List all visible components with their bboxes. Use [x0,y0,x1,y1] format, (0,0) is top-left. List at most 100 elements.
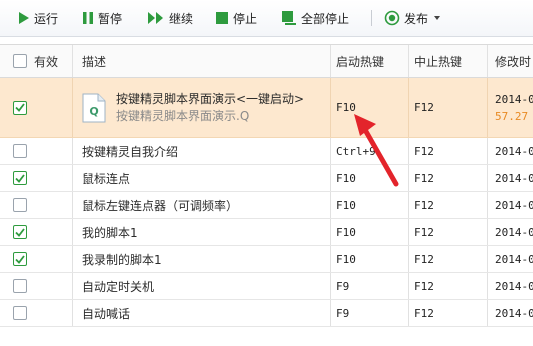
stop-hotkey-cell: F12 [414,171,434,185]
column-divider [487,192,488,218]
row-checkbox-cell[interactable] [13,192,43,218]
header-description[interactable]: 描述 [82,45,322,77]
publish-label: 发布 [404,11,429,26]
toolbar: 运行 暂停 继续 停止 全部停止 发布 [0,0,533,37]
column-divider [408,165,409,191]
start-hotkey-cell: F9 [336,279,350,293]
column-divider [72,273,73,299]
modified-cell: 2014-0 57.27 [495,78,533,137]
table-row[interactable]: 自动定时关机 F9 F12 2014-0 [0,273,533,300]
start-hotkey-cell: Ctrl+9 [336,144,376,158]
description-cell: 鼠标左键连点器（可调频率） [82,198,239,213]
table-row[interactable]: 自动喊话 F9 F12 2014-0 [0,300,533,327]
description-cell: 鼠标连点 [82,171,131,186]
checkbox-check-icon [15,254,25,264]
column-divider [408,246,409,272]
column-divider [72,165,73,191]
column-divider [487,45,488,77]
row-checkbox[interactable] [13,100,27,115]
column-divider [330,138,331,164]
column-divider [487,78,488,137]
column-divider [330,45,331,77]
column-divider [72,246,73,272]
description-cell: Q 按键精灵脚本界面演示<一键启动> 按键精灵脚本界面演示.Q [82,78,327,137]
select-all-checkbox[interactable] [13,54,27,68]
column-divider [487,246,488,272]
pause-button[interactable]: 暂停 [82,0,122,36]
continue-icon [147,11,165,25]
start-hotkey-cell: F9 [336,306,350,320]
row-checkbox-cell[interactable] [13,273,43,299]
column-divider [72,45,73,77]
row-checkbox[interactable] [13,198,27,212]
column-divider [72,192,73,218]
continue-label: 继续 [169,11,194,26]
header-stop-hotkey[interactable]: 中止热键 [414,45,484,77]
row-checkbox[interactable] [13,306,27,320]
column-divider [330,300,331,326]
header-start-hotkey[interactable]: 启动热键 [336,45,406,77]
row-checkbox[interactable] [13,225,27,239]
column-divider [330,192,331,218]
table-row[interactable]: 鼠标连点 F10 F12 2014-0 [0,165,533,192]
row-checkbox[interactable] [13,144,27,158]
modified-cell: 2014-0 [495,171,533,185]
description-cell: 我的脚本1 [82,225,138,240]
column-divider [408,45,409,77]
stop-icon [215,11,229,25]
table-row[interactable]: Q 按键精灵脚本界面演示<一键启动> 按键精灵脚本界面演示.Q F10 F12 … [0,78,533,138]
checkbox-check-icon [15,227,25,237]
row-checkbox-cell[interactable] [13,138,43,164]
table-row[interactable]: 我录制的脚本1 F10 F12 2014-0 [0,246,533,273]
start-hotkey-cell: F10 [336,171,356,185]
column-divider [408,273,409,299]
stop-all-icon [281,10,297,26]
row-checkbox[interactable] [13,171,27,185]
continue-button[interactable]: 继续 [147,0,193,36]
table-row[interactable]: 鼠标左键连点器（可调频率） F10 F12 2014-0 [0,192,533,219]
column-divider [330,246,331,272]
modified-date: 2014-0 [495,92,533,106]
description-cell: 我录制的脚本1 [82,252,162,267]
column-divider [72,219,73,245]
row-checkbox[interactable] [13,252,27,266]
column-divider [72,138,73,164]
pause-icon [82,11,94,25]
column-divider [330,78,331,137]
column-divider [408,192,409,218]
start-hotkey-cell: F10 [336,252,356,266]
table-row[interactable]: 我的脚本1 F10 F12 2014-0 [0,219,533,246]
run-button[interactable]: 运行 [18,0,58,36]
pause-label: 暂停 [98,11,123,26]
row-checkbox-cell[interactable] [13,165,43,191]
publish-button[interactable]: 发布 [384,0,441,36]
row-checkbox-cell[interactable] [13,300,43,326]
header-enabled[interactable]: 有效 [13,45,73,77]
column-divider [487,138,488,164]
row-checkbox-cell[interactable] [13,78,43,137]
table-row[interactable]: 按键精灵自我介绍 Ctrl+9 F12 2014-0 [0,138,533,165]
modified-cell: 2014-0 [495,198,533,212]
start-hotkey-cell: F10 [336,101,356,114]
chevron-down-icon[interactable] [434,16,441,20]
script-list-window: 运行 暂停 继续 停止 全部停止 发布 有效 描述 启动热键 中止热键 修改时 … [0,0,533,346]
description-cell: 按键精灵自我介绍 [82,144,179,159]
header-enabled-label: 有效 [34,54,59,69]
stop-all-label: 全部停止 [301,11,350,26]
stop-button[interactable]: 停止 [215,0,257,36]
script-filename: 按键精灵脚本界面演示.Q [116,108,250,123]
row-checkbox-cell[interactable] [13,219,43,245]
run-label: 运行 [34,11,59,26]
row-checkbox-cell[interactable] [13,246,43,272]
row-checkbox[interactable] [13,279,27,293]
stop-label: 停止 [233,11,258,26]
stop-hotkey-cell: F12 [414,252,434,266]
stop-all-button[interactable]: 全部停止 [281,0,349,36]
column-divider [72,78,73,137]
header-modified[interactable]: 修改时 [495,45,533,77]
column-divider [408,300,409,326]
column-divider [487,165,488,191]
toolbar-divider [371,10,372,26]
modified-cell: 2014-0 [495,225,533,239]
svg-text:Q: Q [89,105,98,118]
